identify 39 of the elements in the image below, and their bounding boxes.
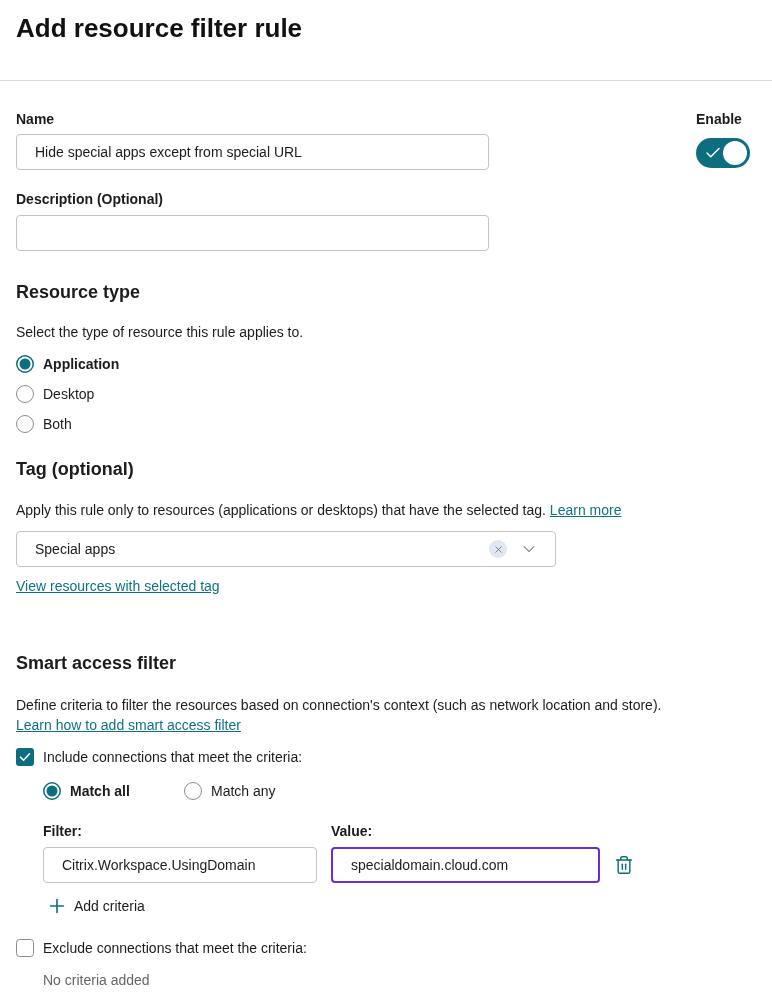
radio-label[interactable]: Desktop (43, 384, 95, 404)
radio-button[interactable] (16, 385, 34, 403)
field-label: Name (16, 110, 55, 129)
filter-input[interactable]: Citrix.Workspace.UsingDomain (43, 847, 317, 883)
checkbox[interactable] (16, 748, 34, 766)
radio-label[interactable]: Match any (211, 781, 276, 801)
radio-label[interactable]: Both (43, 414, 72, 434)
learn-more-link[interactable]: Learn more (549, 502, 622, 518)
radio-button[interactable] (184, 782, 202, 800)
checkbox-label[interactable]: Exclude connections that meet the criteria: (43, 938, 307, 958)
learn-how-link[interactable]: Learn how to add smart access filter (16, 717, 241, 733)
section-heading: Resource type (16, 281, 141, 304)
name-input[interactable]: Hide special apps except from special URL (16, 134, 489, 170)
radio-label[interactable]: Application (43, 354, 120, 374)
checkbox-label[interactable]: Include connections that meet the criteria: (43, 747, 303, 767)
section-instruction: Select the type of resource this rule applies to. (16, 323, 304, 342)
description-input[interactable] (16, 215, 489, 251)
field-label: Description (Optional) (16, 190, 163, 209)
filter-description: Define criteria to filter the resources based on connection's context (such as network location and store). Learn how to add smart access filter (16, 696, 663, 735)
enable-toggle[interactable] (696, 138, 750, 168)
radio-button[interactable] (16, 355, 34, 373)
empty-message: No criteria added (43, 971, 150, 990)
tag-description: Apply this rule only to resources (applications or desktops) that have the selected tag. Learn more (16, 501, 622, 520)
value-input[interactable]: specialdomain.cloud.com (331, 847, 600, 883)
column-label: Filter: (43, 822, 82, 841)
clear-icon[interactable] (489, 540, 507, 558)
section-heading: Smart access filter (16, 652, 177, 675)
view-resources-link[interactable]: View resources with selected tag (16, 576, 220, 596)
section-heading: Tag (optional) (16, 458, 134, 481)
radio-button[interactable] (43, 782, 61, 800)
checkbox[interactable] (16, 939, 34, 957)
radio-button[interactable] (16, 415, 34, 433)
column-label: Value: (331, 822, 373, 841)
radio-label[interactable]: Match all (70, 781, 130, 801)
add-criteria-button[interactable]: Add criteria (43, 896, 145, 916)
delete-icon[interactable] (614, 855, 634, 875)
toggle-label: Enable (696, 110, 742, 129)
tag-select[interactable]: Special apps (16, 531, 556, 567)
dialog-title: Add resource filter rule (16, 12, 303, 44)
